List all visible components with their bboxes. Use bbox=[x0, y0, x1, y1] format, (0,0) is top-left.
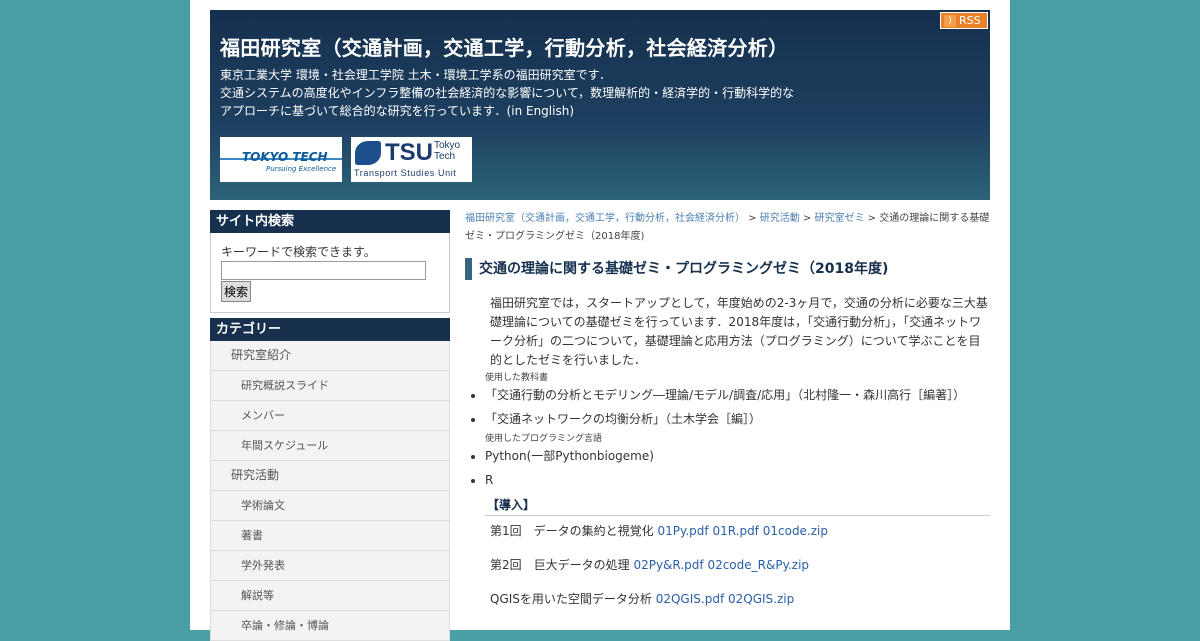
main-content: 福田研究室（交通計画，交通工学，行動分析，社会経済分析） > 研究活動 > 研究… bbox=[465, 210, 990, 618]
file-link[interactable]: 01R.pdf bbox=[712, 524, 758, 538]
list-item: R bbox=[485, 468, 990, 492]
logo-text: TOKYO TECH bbox=[242, 150, 328, 164]
textbook-list: 「交通行動の分析とモデリング―理論/モデル/調査/応用」（北村隆一・森川高行［編… bbox=[465, 383, 990, 431]
post-title: 交通の理論に関する基礎ゼミ・プログラミングゼミ（2018年度) bbox=[465, 258, 990, 280]
file-link[interactable]: 02code_R&Py.zip bbox=[707, 558, 809, 572]
breadcrumb-separator: > bbox=[799, 213, 815, 224]
rss-icon: ) bbox=[944, 14, 956, 27]
category-item[interactable]: 著書 bbox=[211, 521, 449, 551]
category-item[interactable]: 研究活動 bbox=[211, 461, 449, 491]
breadcrumb-link-research[interactable]: 研究活動 bbox=[760, 213, 800, 224]
language-list: Python(一部Pythonbiogeme) R bbox=[465, 444, 990, 492]
session-label: 第1回 データの集約と視覚化 bbox=[490, 524, 658, 538]
category-item[interactable]: 研究室紹介 bbox=[211, 341, 449, 371]
file-link[interactable]: 02QGIS.zip bbox=[728, 592, 794, 606]
rss-button[interactable]: ) RSS bbox=[940, 12, 988, 29]
section-title: 【導入】 bbox=[485, 496, 990, 516]
sidebar: サイト内検索 キーワードで検索できます。 検索 カテゴリー 研究室紹介 研究概説… bbox=[210, 210, 450, 641]
site-title[interactable]: 福田研究室（交通計画，交通工学，行動分析，社会経済分析） bbox=[220, 32, 788, 61]
breadcrumb-link-seminar[interactable]: 研究室ゼミ bbox=[815, 213, 865, 224]
tsu-logo-subtitle: Transport Studies Unit bbox=[354, 168, 457, 178]
rss-label: RSS bbox=[959, 14, 981, 27]
site-description-line[interactable]: アプローチに基づいて総合的な研究を行っています．(in English) bbox=[220, 102, 794, 120]
breadcrumb: 福田研究室（交通計画，交通工学，行動分析，社会経済分析） > 研究活動 > 研究… bbox=[465, 210, 990, 246]
category-item[interactable]: 研究概説スライド bbox=[211, 371, 449, 401]
search-label: キーワードで検索できます。 bbox=[221, 245, 376, 259]
file-link[interactable]: 01code.zip bbox=[763, 524, 828, 538]
session-label: QGISを用いた空間データ分析 bbox=[490, 592, 656, 606]
search-button[interactable]: 検索 bbox=[221, 281, 252, 302]
file-link[interactable]: 01Py.pdf bbox=[657, 524, 708, 538]
logo-tagline: Pursuing Excellence bbox=[266, 165, 337, 173]
tsu-logo-small: Tokyo Tech bbox=[434, 140, 460, 162]
tsu-logo-small-line1: Tokyo bbox=[434, 140, 461, 151]
textbooks-label: 使用した教科書 bbox=[485, 373, 549, 383]
category-list: 研究室紹介 研究概説スライド メンバー 年間スケジュール 研究活動 学術論文 著… bbox=[210, 341, 450, 641]
site-header: ) RSS 福田研究室（交通計画，交通工学，行動分析，社会経済分析） 東京工業大… bbox=[210, 10, 990, 200]
search-widget: キーワードで検索できます。 検索 bbox=[210, 233, 450, 313]
tsu-logo-text: TSU bbox=[385, 139, 433, 166]
list-item: Python(一部Pythonbiogeme) bbox=[485, 444, 990, 468]
tokyo-tech-logo[interactable]: TOKYO TECH Pursuing Excellence bbox=[220, 137, 342, 182]
list-item: 「交通ネットワークの均衡分析」（土木学会［編］） bbox=[485, 407, 990, 431]
category-item[interactable]: 学外発表 bbox=[211, 551, 449, 581]
site-description-line: 交通システムの高度化やインフラ整備の社会経済的な影響について，数理解析的・経済学… bbox=[220, 86, 795, 100]
intro-paragraph: 福田研究室では，スタートアップとして，年度始めの2-3ヶ月で，交通の分析に必要な… bbox=[490, 296, 988, 367]
category-item[interactable]: 学術論文 bbox=[211, 491, 449, 521]
tsu-swoosh-icon bbox=[355, 141, 381, 165]
breadcrumb-link-home[interactable]: 福田研究室（交通計画，交通工学，行動分析，社会経済分析） bbox=[465, 213, 745, 224]
session-label: 第2回 巨大データの処理 bbox=[490, 558, 634, 572]
category-widget-title: カテゴリー bbox=[210, 318, 450, 341]
category-item[interactable]: メンバー bbox=[211, 401, 449, 431]
breadcrumb-separator: > bbox=[745, 213, 760, 224]
site-description: 東京工業大学 環境・社会理工学院 土木・環境工学系の福田研究室です． 交通システ… bbox=[220, 66, 794, 120]
category-item[interactable]: 解説等 bbox=[211, 581, 449, 611]
breadcrumb-separator: > bbox=[864, 213, 880, 224]
search-input[interactable] bbox=[221, 261, 426, 280]
search-widget-title: サイト内検索 bbox=[210, 210, 450, 233]
session-row: QGISを用いた空間データ分析 02QGIS.pdf 02QGIS.zip bbox=[490, 584, 990, 618]
site-description-line: 東京工業大学 環境・社会理工学院 土木・環境工学系の福田研究室です． bbox=[220, 68, 612, 82]
tsu-logo[interactable]: TSU Tokyo Tech Transport Studies Unit bbox=[351, 137, 472, 182]
file-link[interactable]: 02QGIS.pdf bbox=[656, 592, 724, 606]
file-link[interactable]: 02Py&R.pdf bbox=[633, 558, 703, 572]
languages-label: 使用したプログラミング言語 bbox=[485, 434, 603, 444]
session-row: 第1回 データの集約と視覚化 01Py.pdf 01R.pdf 01code.z… bbox=[490, 516, 990, 550]
tsu-logo-small-line2: Tech bbox=[434, 151, 456, 162]
session-row: 第2回 巨大データの処理 02Py&R.pdf 02code_R&Py.zip bbox=[490, 550, 990, 584]
list-item: 「交通行動の分析とモデリング―理論/モデル/調査/応用」（北村隆一・森川高行［編… bbox=[485, 383, 990, 407]
category-item[interactable]: 年間スケジュール bbox=[211, 431, 449, 461]
page: ) RSS 福田研究室（交通計画，交通工学，行動分析，社会経済分析） 東京工業大… bbox=[190, 0, 1010, 641]
category-item[interactable]: 卒論・修論・博論 bbox=[211, 611, 449, 641]
